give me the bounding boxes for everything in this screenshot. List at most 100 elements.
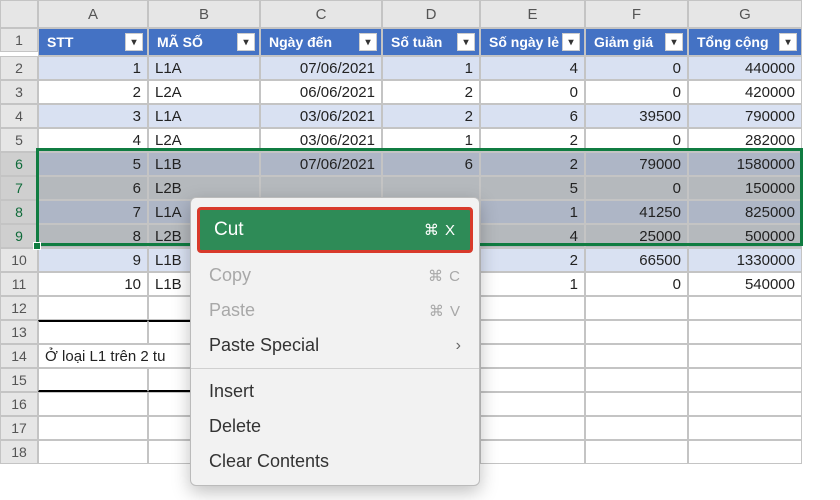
column-header-e[interactable]: E [480, 0, 585, 28]
cell[interactable]: L1A [148, 104, 260, 128]
cell[interactable]: 440000 [688, 56, 802, 80]
cell[interactable] [480, 320, 585, 344]
cell[interactable]: 1 [480, 200, 585, 224]
cell[interactable]: 540000 [688, 272, 802, 296]
filter-dropdown-icon[interactable]: ▾ [237, 33, 255, 51]
row-header-13[interactable]: 13 [0, 320, 38, 344]
table-header[interactable]: MÃ SỐ▾ [148, 28, 260, 56]
cell[interactable]: 0 [585, 80, 688, 104]
selection-handle[interactable] [33, 242, 41, 250]
cell[interactable]: 150000 [688, 176, 802, 200]
cell[interactable]: 2 [38, 80, 148, 104]
context-menu-item[interactable]: Cut⌘ X [197, 207, 473, 253]
cell[interactable]: 39500 [585, 104, 688, 128]
table-header[interactable]: Tổng cộng▾ [688, 28, 802, 56]
cell[interactable]: 03/06/2021 [260, 104, 382, 128]
cell[interactable]: 0 [585, 56, 688, 80]
cell[interactable] [480, 440, 585, 464]
select-all-corner[interactable] [0, 0, 38, 28]
cell[interactable]: 790000 [688, 104, 802, 128]
cell[interactable] [688, 440, 802, 464]
cell[interactable] [38, 440, 148, 464]
cell[interactable]: 1 [38, 56, 148, 80]
cell[interactable] [480, 416, 585, 440]
cell[interactable] [480, 296, 585, 320]
filter-dropdown-icon[interactable]: ▾ [779, 33, 797, 51]
cell[interactable]: 4 [38, 128, 148, 152]
cell[interactable] [688, 320, 802, 344]
cell[interactable] [585, 296, 688, 320]
row-header-6[interactable]: 6 [0, 152, 38, 176]
cell[interactable] [688, 416, 802, 440]
filter-dropdown-icon[interactable]: ▾ [359, 33, 377, 51]
cell[interactable]: L1A [148, 56, 260, 80]
row-header-14[interactable]: 14 [0, 344, 38, 368]
table-header[interactable]: Ngày đến▾ [260, 28, 382, 56]
row-header-2[interactable]: 2 [0, 56, 38, 80]
cell[interactable]: 7 [38, 200, 148, 224]
cell[interactable] [38, 296, 148, 320]
row-header-18[interactable]: 18 [0, 440, 38, 464]
row-header-5[interactable]: 5 [0, 128, 38, 152]
column-header-d[interactable]: D [382, 0, 480, 28]
cell[interactable] [480, 344, 585, 368]
cell[interactable]: 79000 [585, 152, 688, 176]
table-header[interactable]: Số ngày lẻ▾ [480, 28, 585, 56]
cell[interactable]: 9 [38, 248, 148, 272]
cell[interactable]: 1 [382, 128, 480, 152]
cell[interactable] [38, 320, 148, 344]
cell[interactable]: 0 [480, 80, 585, 104]
cell[interactable]: 4 [480, 56, 585, 80]
cell[interactable] [480, 392, 585, 416]
context-menu-item[interactable]: Copy⌘ C [191, 258, 479, 293]
column-header-a[interactable]: A [38, 0, 148, 28]
cell[interactable]: 420000 [688, 80, 802, 104]
row-header-10[interactable]: 10 [0, 248, 38, 272]
column-header-f[interactable]: F [585, 0, 688, 28]
row-header-1[interactable]: 1 [0, 28, 38, 52]
cell[interactable]: 1330000 [688, 248, 802, 272]
context-menu-item[interactable]: Delete [191, 409, 479, 444]
cell[interactable]: L2A [148, 128, 260, 152]
row-header-8[interactable]: 8 [0, 200, 38, 224]
filter-dropdown-icon[interactable]: ▾ [562, 33, 580, 51]
column-header-g[interactable]: G [688, 0, 802, 28]
cell[interactable] [38, 368, 148, 392]
row-header-4[interactable]: 4 [0, 104, 38, 128]
cell[interactable] [688, 368, 802, 392]
table-header[interactable]: Giảm giá▾ [585, 28, 688, 56]
cell[interactable]: 07/06/2021 [260, 56, 382, 80]
cell[interactable]: 2 [480, 128, 585, 152]
cell[interactable] [38, 392, 148, 416]
cell[interactable]: 2 [480, 152, 585, 176]
cell[interactable] [688, 392, 802, 416]
cell[interactable] [585, 392, 688, 416]
cell[interactable] [585, 344, 688, 368]
cell[interactable]: 2 [382, 104, 480, 128]
cell[interactable] [585, 416, 688, 440]
cell[interactable] [480, 368, 585, 392]
context-menu-item[interactable]: Paste Special› [191, 328, 479, 363]
cell[interactable]: 825000 [688, 200, 802, 224]
cell[interactable]: 06/06/2021 [260, 80, 382, 104]
cell[interactable]: 500000 [688, 224, 802, 248]
cell[interactable]: 6 [38, 176, 148, 200]
context-menu-item[interactable]: Clear Contents [191, 444, 479, 479]
filter-dropdown-icon[interactable]: ▾ [457, 33, 475, 51]
cell[interactable]: L2A [148, 80, 260, 104]
row-header-16[interactable]: 16 [0, 392, 38, 416]
table-header[interactable]: Số tuần▾ [382, 28, 480, 56]
cell[interactable]: 3 [38, 104, 148, 128]
cell[interactable]: 1 [382, 56, 480, 80]
cell[interactable] [688, 344, 802, 368]
filter-dropdown-icon[interactable]: ▾ [665, 33, 683, 51]
table-header[interactable]: STT▾ [38, 28, 148, 56]
cell[interactable]: 0 [585, 128, 688, 152]
cell[interactable]: 1580000 [688, 152, 802, 176]
row-header-15[interactable]: 15 [0, 368, 38, 392]
cell[interactable]: 03/06/2021 [260, 128, 382, 152]
context-menu-item[interactable]: Paste⌘ V [191, 293, 479, 328]
cell[interactable] [585, 440, 688, 464]
cell[interactable]: 0 [585, 176, 688, 200]
cell[interactable] [585, 320, 688, 344]
